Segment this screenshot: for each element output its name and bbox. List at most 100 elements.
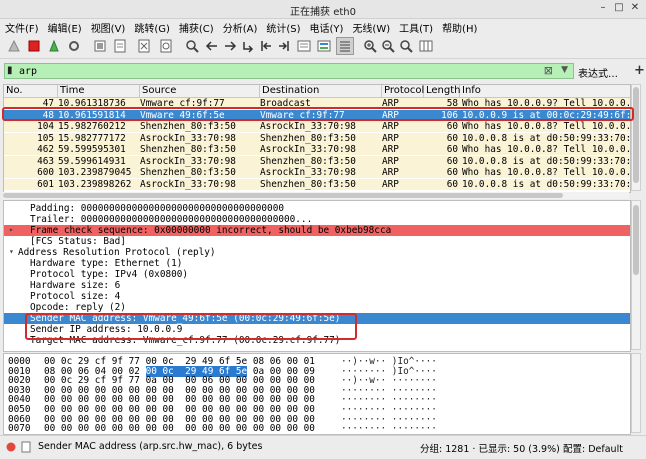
options-gear-icon[interactable] xyxy=(66,38,82,54)
column-header[interactable]: Info xyxy=(460,85,630,97)
packet-row[interactable]: 105 15.982777172 AsrockIn_33:70:98 Shenzhen… xyxy=(4,132,630,144)
stop-icon[interactable] xyxy=(26,38,42,54)
close-window-button[interactable]: ✕ xyxy=(628,2,642,15)
packet-cell-len: 106 xyxy=(441,109,458,121)
reload-icon[interactable] xyxy=(158,38,174,54)
last-packet-icon[interactable] xyxy=(276,38,292,54)
goto-packet-icon[interactable] xyxy=(240,38,256,54)
hex-offset: 0070 xyxy=(8,423,31,435)
packet-cell-time: 10.961591814 xyxy=(58,109,126,121)
details-scrollbar[interactable] xyxy=(631,200,641,350)
expression-button[interactable]: 表达式… xyxy=(578,65,618,80)
packet-row[interactable]: 104 15.982760212 Shenzhen_80:f3:50 AsrockIn… xyxy=(4,121,630,132)
column-header[interactable]: Destination xyxy=(260,85,382,97)
clear-filter-icon[interactable]: ⊠ xyxy=(544,64,553,77)
forward-arrow-icon[interactable] xyxy=(222,38,238,54)
minimize-button[interactable]: – xyxy=(596,2,610,15)
hex-bytes-pre: 00 00 00 00 00 00 00 00 00 00 00 00 00 0… xyxy=(44,423,315,435)
detail-line[interactable]: Opcode: reply (2) xyxy=(4,302,630,313)
detail-line[interactable]: Protocol size: 4 xyxy=(4,291,630,302)
menu-tools[interactable]: 工具(T) xyxy=(394,19,437,35)
column-header[interactable]: Time xyxy=(58,85,140,97)
packet-cell-time: 59.599595301 xyxy=(58,144,126,155)
packet-cell-dst: Shenzhen_80:f3:50 xyxy=(260,178,356,190)
bytes-scrollbar[interactable] xyxy=(631,353,641,433)
autoscroll-icon[interactable] xyxy=(296,38,312,54)
detail-line[interactable]: Protocol type: IPv4 (0x0800) xyxy=(4,269,630,280)
menu-analyze[interactable]: 分析(A) xyxy=(218,19,262,35)
resize-columns-icon[interactable] xyxy=(336,37,354,55)
detail-text: Target MAC address: Vmware_cf:9f:77 (00:… xyxy=(30,335,341,346)
packet-cell-info: 10.0.0.8 is at d0:50:99:33:70: xyxy=(462,155,630,167)
detail-line[interactable]: Trailer: 0000000000000000000000000000000… xyxy=(4,214,630,225)
packet-cell-src: AsrockIn_33:70:98 xyxy=(140,132,236,144)
menu-help[interactable]: 帮助(H) xyxy=(437,19,481,35)
save-file-icon[interactable] xyxy=(112,38,128,54)
detail-line[interactable]: ▸ Frame check sequence: 0x00000000 incorr… xyxy=(4,225,630,236)
packet-cell-no: 601 xyxy=(37,178,54,190)
detail-line[interactable]: Sender IP address: 10.0.0.9 xyxy=(4,324,630,335)
packet-cell-len: 60 xyxy=(446,132,458,144)
menu-view[interactable]: 视图(V) xyxy=(86,19,130,35)
packet-cell-proto: ARP xyxy=(382,132,399,144)
column-header[interactable]: No. xyxy=(4,85,58,97)
status-profile[interactable]: 配置: Default xyxy=(563,441,623,455)
collapse-arrow-icon[interactable]: ▸ xyxy=(9,225,14,234)
expand-arrow-icon[interactable]: ▾ xyxy=(9,247,14,256)
packet-list-hscrollbar[interactable] xyxy=(3,192,629,199)
restart-icon[interactable] xyxy=(46,38,62,54)
hex-bytes[interactable]: 00 00 00 00 00 00 00 00 00 00 00 00 00 0… xyxy=(44,423,315,434)
column-header[interactable]: Length xyxy=(424,85,461,97)
close-file-icon[interactable] xyxy=(136,38,152,54)
packet-row[interactable]: 47 10.961318736 Vmware_cf:9f:77 Broadcast AR… xyxy=(4,98,630,109)
hex-ascii[interactable]: ········ ········ xyxy=(341,423,437,434)
detail-line[interactable]: Hardware type: Ethernet (1) xyxy=(4,258,630,269)
packet-cell-info: Who has 10.0.0.8? Tell 10.0.0. xyxy=(462,167,630,178)
hex-line: 0020 00 0c 29 cf 9f 77 0a 00 00 06 00 00 … xyxy=(4,375,630,386)
first-packet-icon[interactable] xyxy=(258,38,274,54)
zoom-normal-icon[interactable] xyxy=(398,38,414,54)
expert-info-icon[interactable] xyxy=(6,442,16,455)
menu-edit[interactable]: 编辑(E) xyxy=(43,19,86,35)
menu-go[interactable]: 跳转(G) xyxy=(129,19,174,35)
packet-row[interactable]: 601 103.239898262 AsrockIn_33:70:98 Shenzhe… xyxy=(4,178,630,190)
menu-file[interactable]: 文件(F) xyxy=(0,19,43,35)
menu-statistics[interactable]: 统计(S) xyxy=(261,19,304,35)
bookmark-icon[interactable]: ▮ xyxy=(7,65,17,77)
packet-details: Padding: 0000000000000000000000000000000… xyxy=(3,200,631,352)
back-arrow-icon[interactable] xyxy=(204,38,220,54)
packet-cell-src: Shenzhen_80:f3:50 xyxy=(140,144,236,155)
detail-line[interactable]: ▾ Address Resolution Protocol (reply) xyxy=(4,247,630,258)
menu-wireless[interactable]: 无线(W) xyxy=(347,19,394,35)
column-header[interactable]: Protocol xyxy=(382,85,424,97)
detail-line[interactable]: Sender MAC address: Vmware_49:6f:5e (00:… xyxy=(4,313,630,324)
packet-row[interactable]: 48 10.961591814 Vmware_49:6f:5e Vmware_cf:9… xyxy=(4,109,630,121)
add-filter-button[interactable]: + xyxy=(634,63,645,78)
zoom-out-icon[interactable] xyxy=(380,38,396,54)
shark-fin-icon[interactable] xyxy=(6,38,22,54)
filter-dropdown-icon[interactable]: ▼ xyxy=(561,65,568,75)
packet-row[interactable]: 462 59.599595301 Shenzhen_80:f3:50 AsrockIn… xyxy=(4,144,630,155)
capture-file-icon[interactable] xyxy=(21,441,31,456)
detail-line[interactable]: Target MAC address: Vmware_cf:9f:77 (00:… xyxy=(4,335,630,346)
packet-list-scrollbar[interactable] xyxy=(631,84,641,191)
column-prefs-icon[interactable] xyxy=(418,38,434,54)
detail-line[interactable]: Hardware size: 6 xyxy=(4,280,630,291)
display-filter-input[interactable]: ▮ arp ⊠ ▼ xyxy=(4,63,574,79)
zoom-in-icon[interactable] xyxy=(362,38,378,54)
open-folder-icon[interactable] xyxy=(92,38,108,54)
packet-cell-time: 103.239898262 xyxy=(58,178,132,190)
detail-line[interactable]: Padding: 0000000000000000000000000000000… xyxy=(4,203,630,214)
column-header[interactable]: Source xyxy=(140,85,260,97)
detail-line[interactable]: [FCS Status: Bad] xyxy=(4,236,630,247)
packet-bytes: 0000 00 0c 29 cf 9f 77 00 0c 29 49 6f 5e … xyxy=(3,353,631,435)
find-icon[interactable] xyxy=(184,38,200,54)
maximize-button[interactable]: □ xyxy=(612,2,626,15)
packet-row[interactable]: 600 103.239879045 Shenzhen_80:f3:50 AsrockI… xyxy=(4,167,630,178)
menu-telephony[interactable]: 电话(Y) xyxy=(305,19,348,35)
packet-row[interactable]: 463 59.599614931 AsrockIn_33:70:98 Shenzhen… xyxy=(4,155,630,167)
detail-text: Protocol size: 4 xyxy=(30,291,121,302)
menu-capture[interactable]: 捕获(C) xyxy=(174,19,218,35)
colorize-icon[interactable] xyxy=(316,38,332,54)
hex-line: 0050 00 00 00 00 00 00 00 00 00 00 00 00 … xyxy=(4,404,630,415)
